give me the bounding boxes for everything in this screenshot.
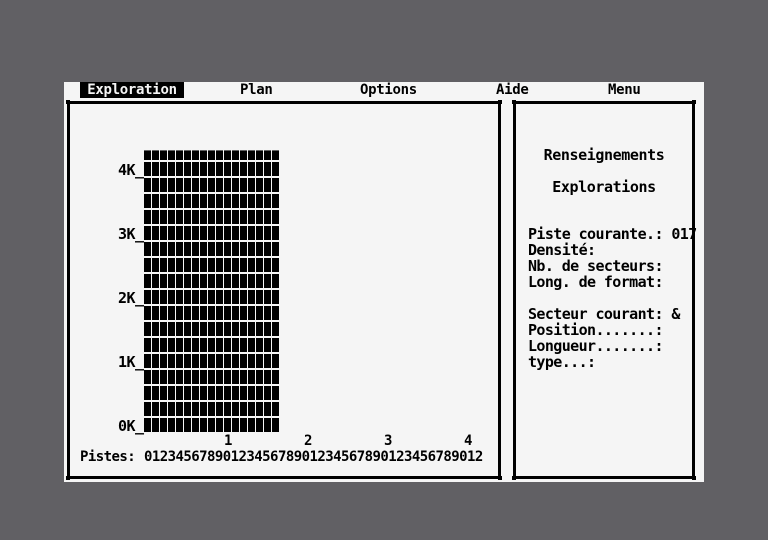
bar-gridline bbox=[144, 336, 280, 338]
x-tens-4: 4 bbox=[464, 433, 473, 449]
bar-gridline bbox=[144, 272, 280, 274]
bar-gridline bbox=[144, 384, 280, 386]
x-tens-2: 2 bbox=[304, 433, 313, 449]
x-axis-label: Pistes: bbox=[80, 449, 144, 465]
track-density-chart bbox=[144, 150, 280, 432]
gem-desktop: Exploration Plan Options Aide Menu Rense… bbox=[64, 82, 704, 482]
bar-gridline bbox=[144, 208, 280, 210]
bar-gridline bbox=[144, 256, 280, 258]
bar-gridline bbox=[144, 224, 280, 226]
bar-gridline bbox=[144, 176, 280, 178]
y-tick-4k: 4K_ bbox=[118, 161, 144, 179]
y-tick-2k: 2K_ bbox=[118, 289, 144, 307]
bar-gridline bbox=[144, 240, 280, 242]
bar-gridline bbox=[144, 400, 280, 402]
bar-gridline bbox=[144, 416, 280, 418]
bar-gridline bbox=[144, 352, 280, 354]
y-tick-1k: 1K_ bbox=[118, 353, 144, 371]
bar-gridline bbox=[144, 288, 280, 290]
x-tens-3: 3 bbox=[384, 433, 393, 449]
bar-gridline bbox=[144, 304, 280, 306]
x-tens-1: 1 bbox=[224, 433, 233, 449]
y-tick-3k: 3K_ bbox=[118, 225, 144, 243]
bar-gridline bbox=[144, 192, 280, 194]
bar-gridline bbox=[144, 320, 280, 322]
bar-gridline bbox=[144, 160, 280, 162]
x-axis-digits: 0123456789012345678901234567890123456789… bbox=[144, 449, 483, 465]
y-tick-0k: 0K_ bbox=[118, 417, 144, 435]
bar-gridline bbox=[144, 368, 280, 370]
